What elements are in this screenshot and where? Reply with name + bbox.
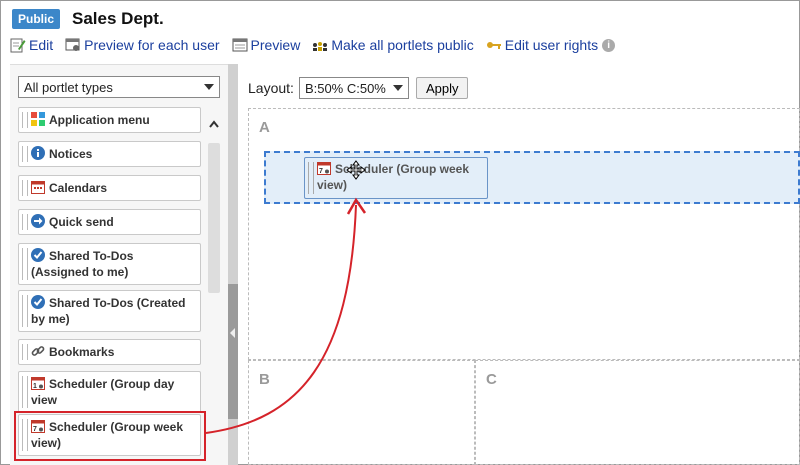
portlet-item-scheduler-day[interactable]: 1 Scheduler (Group day view: [18, 371, 201, 413]
scheduler-icon: 7: [317, 162, 331, 175]
portlet-label: Application menu: [49, 113, 150, 127]
make-all-public-link[interactable]: Make all portlets public: [312, 37, 474, 53]
panel-splitter[interactable]: [228, 64, 238, 465]
splitter-handle[interactable]: [228, 284, 238, 419]
portlet-label: Quick send: [49, 215, 114, 229]
key-icon: [486, 42, 501, 49]
zone-a[interactable]: A: [248, 108, 800, 360]
portlet-item-bookmarks[interactable]: Bookmarks: [18, 339, 201, 365]
calendar-icon: [31, 181, 45, 194]
edit-user-rights-link[interactable]: Edit user rights i: [486, 37, 616, 53]
edit-label: Edit: [29, 37, 54, 53]
apply-button[interactable]: Apply: [415, 77, 469, 99]
layout-select[interactable]: B:50% C:50%: [298, 77, 409, 99]
toolbar: Edit Preview for each user Preview Make …: [10, 35, 616, 55]
palette-scrollbar[interactable]: [206, 119, 222, 359]
edit-link[interactable]: Edit: [10, 37, 53, 53]
layout-value: B:50% C:50%: [304, 80, 386, 96]
info-icon: [31, 146, 45, 160]
page-title: Sales Dept.: [72, 9, 164, 28]
zone-c-label: C: [486, 371, 497, 388]
zone-a-label: A: [259, 119, 270, 136]
preview-icon: [232, 38, 248, 52]
portlet-label: Calendars: [49, 181, 108, 195]
zone-c[interactable]: C: [475, 360, 800, 465]
todo-icon: [31, 248, 45, 262]
portlet-item-calendars[interactable]: Calendars: [18, 175, 201, 201]
users-icon: [313, 42, 328, 51]
dragging-portlet-label: Scheduler (Group week view): [317, 162, 470, 192]
dragging-portlet[interactable]: 7 Scheduler (Group week view): [304, 157, 488, 199]
preview-each-user-label: Preview for each user: [84, 37, 220, 53]
send-icon: [31, 214, 45, 228]
portlet-item-shared-todos-created[interactable]: Shared To-Dos (Created by me): [18, 290, 201, 332]
layout-controls: Layout: B:50% C:50% Apply: [248, 77, 469, 99]
portlet-item-shared-todos-assigned[interactable]: Shared To-Dos (Assigned to me): [18, 243, 201, 285]
portlet-item-quick-send[interactable]: Quick send: [18, 209, 201, 235]
edit-icon: [10, 38, 26, 53]
layout-label: Layout:: [248, 80, 294, 96]
portlet-label: Shared To-Dos (Assigned to me): [31, 249, 134, 279]
highlight-box: [14, 411, 206, 461]
preview-user-icon: [65, 38, 80, 51]
help-icon[interactable]: i: [602, 38, 616, 52]
preview-label: Preview: [250, 37, 301, 53]
link-icon: [31, 346, 45, 356]
scheduler-icon: 1: [31, 377, 45, 390]
portlet-type-value: All portlet types: [24, 79, 113, 95]
svg-text:1: 1: [33, 383, 37, 390]
portlet-label: Scheduler (Group day view: [31, 377, 175, 407]
scrollbar-thumb[interactable]: [208, 143, 220, 293]
public-badge: Public: [12, 9, 61, 29]
svg-text:7: 7: [319, 168, 323, 175]
chevron-down-icon: [392, 85, 403, 91]
portlet-palette: All portlet types Application menu Notic…: [10, 64, 228, 465]
preview-each-user-link[interactable]: Preview for each user: [65, 37, 220, 53]
portlet-type-select[interactable]: All portlet types: [18, 76, 220, 98]
chevron-down-icon: [204, 84, 214, 90]
page-header: Public Sales Dept.: [12, 7, 164, 31]
zone-b-label: B: [259, 371, 270, 388]
app-menu-icon: [31, 112, 45, 126]
portlet-item-notices[interactable]: Notices: [18, 141, 201, 167]
portlet-label: Shared To-Dos (Created by me): [31, 296, 186, 326]
collapse-arrow-icon[interactable]: [230, 328, 235, 338]
portlet-label: Bookmarks: [49, 345, 115, 359]
preview-link[interactable]: Preview: [232, 37, 301, 53]
portlet-item-application-menu[interactable]: Application menu: [18, 107, 201, 133]
edit-user-rights-label: Edit user rights: [504, 37, 599, 53]
move-cursor-icon: [346, 160, 366, 180]
make-all-public-label: Make all portlets public: [331, 37, 474, 53]
todo-icon: [31, 295, 45, 309]
chevron-up-icon[interactable]: [208, 119, 220, 129]
portlet-label: Notices: [49, 147, 93, 161]
zone-b[interactable]: B: [248, 360, 475, 465]
